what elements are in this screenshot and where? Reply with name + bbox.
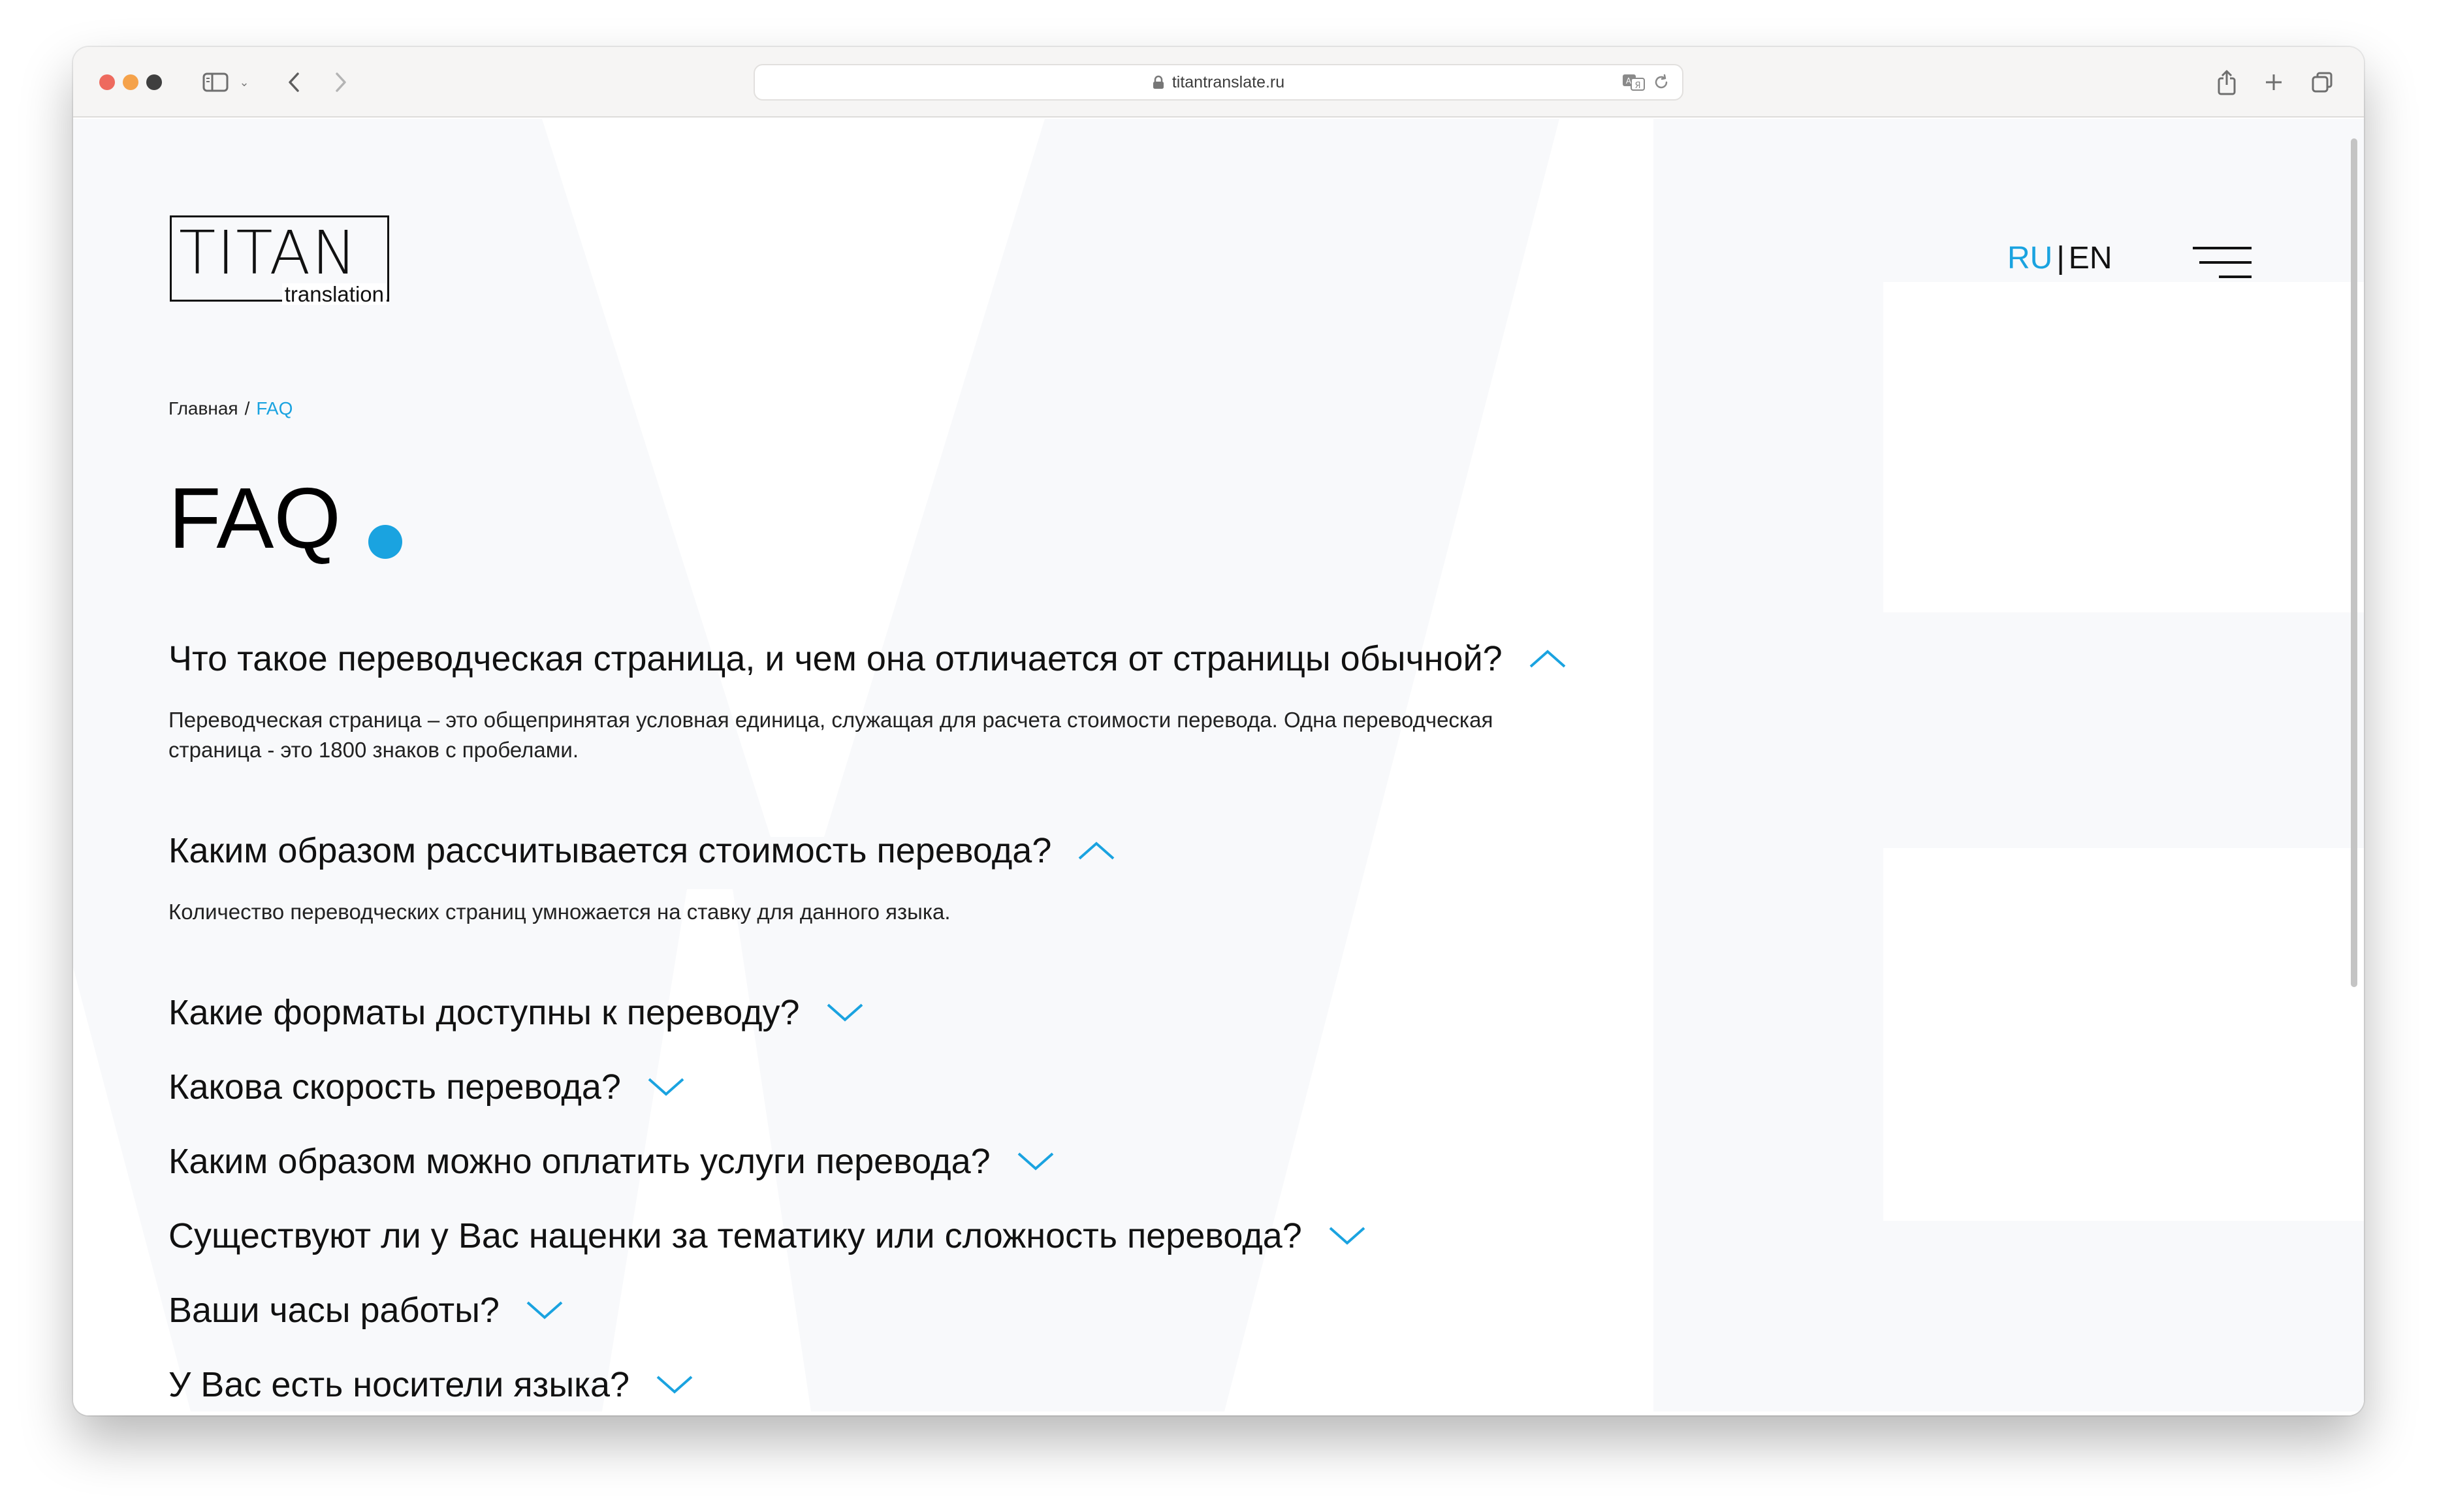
plus-icon[interactable] bbox=[2261, 67, 2287, 98]
logo-title: TITAN bbox=[179, 218, 358, 288]
language-switch: RU | EN bbox=[2007, 243, 2112, 274]
svg-text:A: A bbox=[1626, 76, 1632, 86]
page-scrollbar[interactable] bbox=[2351, 138, 2357, 987]
faq-question[interactable]: У Вас есть носители языка? bbox=[168, 1367, 629, 1402]
logo-subtitle: translation bbox=[281, 283, 387, 305]
svg-text:Я: Я bbox=[1634, 81, 1640, 91]
title-accent-dot bbox=[368, 525, 403, 559]
faq-question-row[interactable]: Существуют ли у Вас наценки за тематику … bbox=[168, 1218, 1366, 1253]
faq-question-row[interactable]: У Вас есть носители языка? bbox=[168, 1367, 693, 1402]
faq-question-row[interactable]: Ваши часы работы? bbox=[168, 1293, 564, 1328]
close-window-button[interactable] bbox=[99, 74, 115, 90]
chevron-up-icon[interactable] bbox=[1077, 841, 1115, 860]
faq-question[interactable]: Каким образом можно оплатить услуги пере… bbox=[168, 1144, 991, 1179]
faq-item: У Вас есть носители языка? bbox=[168, 1367, 693, 1402]
chevron-down-icon[interactable] bbox=[647, 1077, 685, 1097]
faq-question[interactable]: Ваши часы работы? bbox=[168, 1293, 500, 1328]
lock-icon bbox=[1153, 75, 1164, 89]
page-viewport: TITAN translation RU | EN Главная / FAQ … bbox=[73, 119, 2364, 1415]
lang-separator: | bbox=[2056, 241, 2065, 276]
address-url-row: titantranslate.ru bbox=[755, 65, 1682, 99]
address-url: titantranslate.ru bbox=[1171, 72, 1285, 91]
faq-question[interactable]: Существуют ли у Вас наценки за тематику … bbox=[168, 1218, 1302, 1253]
breadcrumb-separator: / bbox=[244, 398, 250, 418]
faq-question-row[interactable]: Что такое переводческая страница, и чем … bbox=[168, 641, 1567, 676]
breadcrumb-home-link[interactable]: Главная bbox=[168, 398, 238, 419]
chevron-down-icon[interactable] bbox=[656, 1375, 693, 1394]
chevron-down-icon[interactable] bbox=[1017, 1152, 1055, 1171]
share-icon[interactable] bbox=[2214, 67, 2240, 98]
tab-overview-icon[interactable] bbox=[2309, 67, 2335, 98]
chevron-down-icon[interactable] bbox=[826, 1003, 864, 1022]
translate-icon[interactable]: ЯA bbox=[1622, 72, 1646, 93]
chevron-up-icon[interactable] bbox=[1529, 649, 1567, 669]
faq-item: Существуют ли у Вас наценки за тематику … bbox=[168, 1218, 1366, 1253]
faq-question[interactable]: Каким образом рассчитывается стоимость п… bbox=[168, 833, 1051, 868]
sidebar-icon[interactable] bbox=[201, 67, 230, 98]
breadcrumb-current: FAQ bbox=[256, 398, 293, 418]
menu-icon[interactable] bbox=[2193, 247, 2252, 286]
faq-question-row[interactable]: Каким образом можно оплатить услуги пере… bbox=[168, 1144, 1055, 1179]
faq-question-row[interactable]: Какова скорость перевода? bbox=[168, 1069, 685, 1105]
zoom-window-button[interactable] bbox=[146, 74, 162, 90]
back-arrow-icon[interactable] bbox=[281, 67, 307, 98]
faq-question[interactable]: Какова скорость перевода? bbox=[168, 1069, 621, 1105]
breadcrumb: Главная / FAQ bbox=[168, 398, 293, 419]
faq-question[interactable]: Какие форматы доступны к переводу? bbox=[168, 995, 800, 1030]
faq-item: Какие форматы доступны к переводу? bbox=[168, 995, 864, 1030]
faq-item: Каким образом рассчитывается стоимость п… bbox=[168, 833, 1501, 927]
faq-item: Что такое переводческая страница, и чем … bbox=[168, 641, 1567, 765]
chevron-down-icon[interactable]: ⌄ bbox=[236, 67, 252, 98]
faq-item: Ваши часы работы? bbox=[168, 1293, 564, 1328]
faq-item: Каким образом можно оплатить услуги пере… bbox=[168, 1144, 1055, 1179]
faq-answer: Количество переводческих страниц умножае… bbox=[168, 900, 951, 924]
forward-arrow-icon[interactable] bbox=[328, 67, 354, 98]
browser-toolbar: ⌄ titantranslate.ru ЯA bbox=[73, 47, 2364, 118]
page-title: FAQ bbox=[168, 470, 403, 566]
reload-icon[interactable] bbox=[1652, 73, 1670, 91]
chevron-down-icon[interactable] bbox=[1328, 1226, 1366, 1246]
faq-answer: Переводческая страница – это общепринята… bbox=[168, 708, 1493, 762]
lang-ru-link[interactable]: RU bbox=[2007, 243, 2052, 274]
faq-item: Какова скорость перевода? bbox=[168, 1069, 685, 1105]
page-title-text: FAQ bbox=[168, 470, 342, 566]
lang-en-link[interactable]: EN bbox=[2069, 243, 2112, 274]
browser-window: ⌄ titantranslate.ru ЯA TITAN translation… bbox=[73, 47, 2364, 1415]
site-logo[interactable]: TITAN translation bbox=[170, 215, 392, 307]
faq-question-row[interactable]: Какие форматы доступны к переводу? bbox=[168, 995, 864, 1030]
chevron-down-icon[interactable] bbox=[526, 1300, 564, 1320]
faq-question-row[interactable]: Каким образом рассчитывается стоимость п… bbox=[168, 833, 1501, 868]
minimize-window-button[interactable] bbox=[123, 74, 138, 90]
faq-question[interactable]: Что такое переводческая страница, и чем … bbox=[168, 641, 1503, 676]
address-bar[interactable]: titantranslate.ru ЯA bbox=[754, 64, 1683, 101]
